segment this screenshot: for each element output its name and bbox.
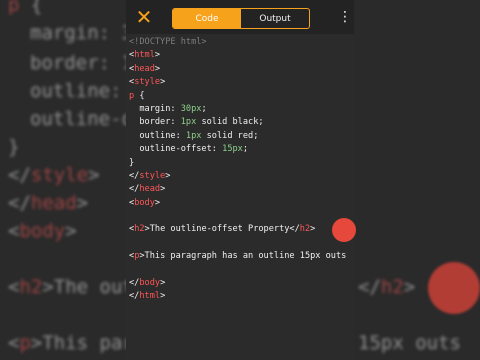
background-line: margin: 3 [30,22,133,44]
more-vert-icon[interactable]: ⋮ [338,7,352,27]
background-line: <body> [8,220,77,242]
code-line: </head> [129,184,166,195]
code-line: outline: 1px solid red; [129,130,259,141]
code-line: <!DOCTYPE html> [129,37,207,47]
code-line: </body> [129,278,166,289]
code-line: <body> [129,197,161,208]
tab-code[interactable]: Code [173,9,241,28]
code-line: } [129,157,135,168]
background-run-badge [428,262,480,314]
tab-output[interactable]: Output [241,9,309,28]
code-line: </html> [129,291,166,302]
code-line: <h2>The outline-offset Property</h2> [129,224,316,235]
background-line: outline-o [30,108,133,130]
background-line: </style> [8,164,100,186]
background-line: outline: [30,80,122,102]
code-line: margin: 30px; [129,103,207,114]
close-icon[interactable]: ✕ [134,7,154,27]
code-line: <head> [129,63,161,74]
background-line: </h2> [358,276,416,298]
view-tabs: Code Output [172,8,310,29]
code-line: <p>This paragraph has an outline 15px ou… [129,251,347,262]
top-toolbar: ✕ Code Output ⋮ [126,0,354,34]
code-editor[interactable]: <!DOCTYPE html> <html> <head> <style> p { ma… [129,36,354,304]
code-line: <style> [129,77,166,88]
code-line: <html> [129,50,161,61]
editor-panel: ✕ Code Output ⋮ <!DOCTYPE html> <html> <he… [126,0,354,360]
background-line: p { [8,0,43,16]
background-line: border: 1 [30,52,133,74]
background-line: <p>This para [8,332,146,354]
code-line: </style> [129,170,171,181]
background-line: 15px outs [358,332,461,354]
background-line: } [8,136,20,158]
code-line: border: 1px solid black; [129,117,264,128]
run-button[interactable] [332,218,356,242]
code-line: outline-offset: 15px; [129,144,249,155]
code-line: p { [129,90,145,101]
background-line: </head> [8,192,89,214]
background-line: <h2>The outl [8,276,146,298]
